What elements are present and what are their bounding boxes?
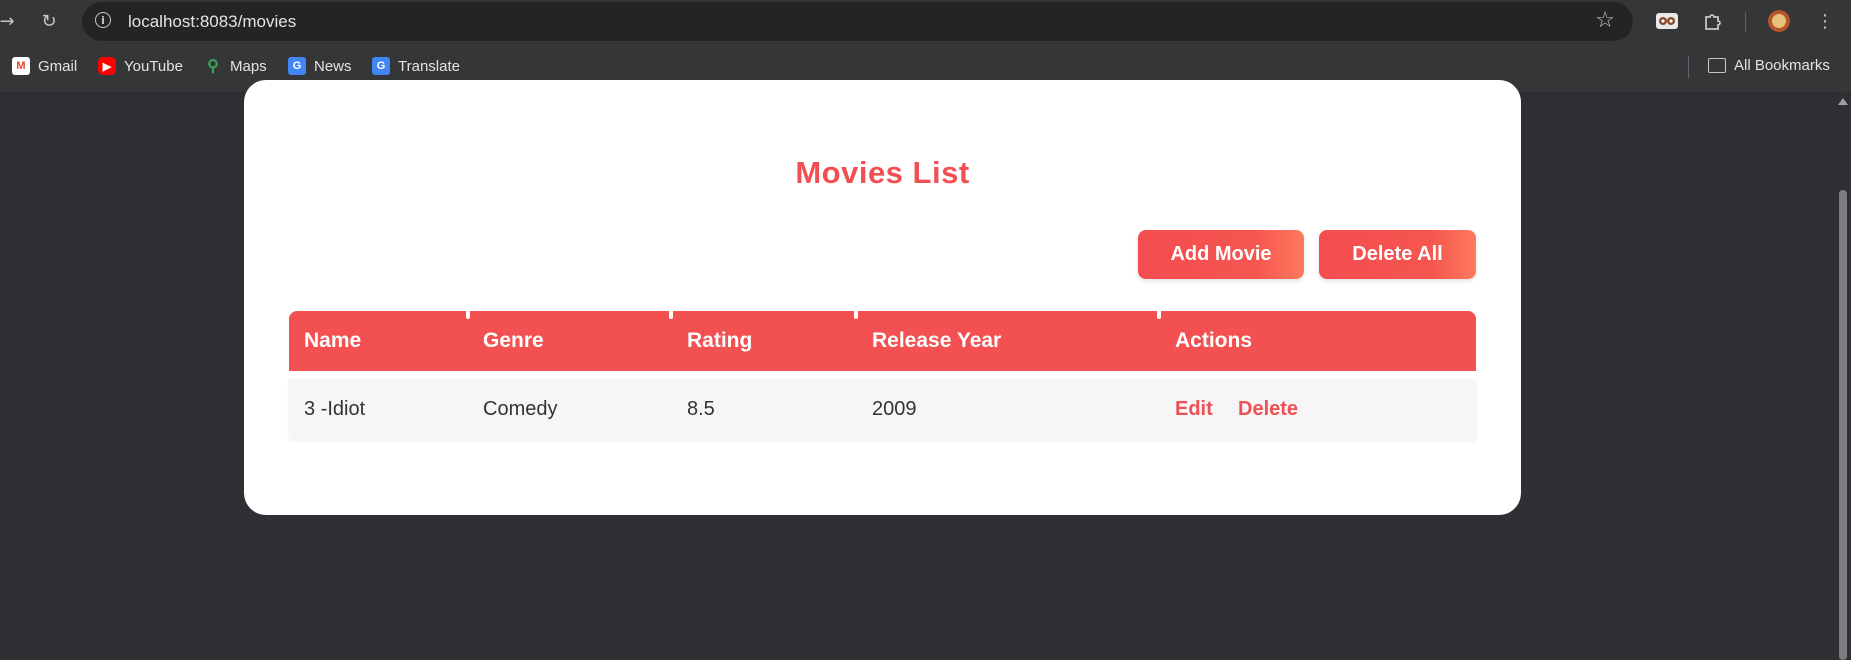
cell-genre: Comedy — [483, 397, 558, 420]
cell-release-year: 2009 — [872, 397, 917, 420]
forward-icon[interactable]: → — [0, 8, 20, 34]
bookmark-label: YouTube — [124, 57, 183, 75]
folder-icon — [1708, 58, 1726, 73]
bookmark-youtube[interactable]: ▶ YouTube — [98, 57, 183, 75]
toolbar-divider — [1745, 12, 1746, 32]
page-title: Movies List — [795, 155, 970, 190]
news-icon: G — [288, 57, 306, 75]
maps-icon: ⚲ — [207, 58, 219, 75]
cell-name: 3 -Idiot — [304, 397, 366, 420]
all-bookmarks[interactable]: All Bookmarks — [1708, 57, 1830, 74]
bookmark-label: Translate — [398, 57, 460, 75]
address-bar[interactable]: i localhost:8083/movies ☆ — [82, 2, 1633, 41]
table-row: 3 -Idiot Comedy 8.5 2009 Edit Delete — [289, 379, 1476, 439]
bookmark-gmail[interactable]: M Gmail — [12, 57, 77, 75]
browser-toolbar: → ↻ i localhost:8083/movies ☆ ⋮ — [0, 0, 1851, 43]
table-header: Name Genre Rating Release Year Actions — [289, 311, 1476, 371]
gmail-icon: M — [12, 57, 30, 75]
menu-kebab-icon[interactable]: ⋮ — [1812, 8, 1838, 34]
bookmark-star-icon[interactable]: ☆ — [1595, 8, 1615, 33]
column-divider — [466, 311, 470, 319]
extensions-puzzle-icon[interactable] — [1700, 8, 1726, 34]
column-header-genre: Genre — [483, 329, 544, 352]
bookmarks-divider — [1688, 56, 1689, 78]
edit-link[interactable]: Edit — [1175, 379, 1213, 439]
scrollbar-thumb[interactable] — [1839, 190, 1847, 660]
reload-icon[interactable]: ↻ — [36, 8, 62, 34]
column-divider — [854, 311, 858, 319]
youtube-icon: ▶ — [98, 57, 116, 75]
column-header-actions: Actions — [1175, 329, 1253, 352]
column-divider — [669, 311, 673, 319]
extension-owl-icon[interactable] — [1654, 8, 1680, 34]
bookmark-maps[interactable]: ⚲ Maps — [204, 57, 267, 76]
cell-rating: 8.5 — [687, 397, 715, 420]
url-text[interactable]: localhost:8083/movies — [128, 12, 296, 32]
all-bookmarks-label: All Bookmarks — [1734, 57, 1830, 74]
page-scrollbar[interactable] — [1835, 92, 1851, 660]
bookmark-translate[interactable]: G Translate — [372, 57, 460, 75]
column-header-release-year: Release Year — [872, 329, 1002, 352]
delete-all-button[interactable]: Delete All — [1319, 230, 1476, 279]
delete-link[interactable]: Delete — [1238, 379, 1298, 439]
column-header-name: Name — [304, 329, 362, 352]
bookmark-news[interactable]: G News — [288, 57, 352, 75]
add-movie-button[interactable]: Add Movie — [1138, 230, 1304, 279]
scroll-up-arrow-icon[interactable] — [1838, 98, 1848, 105]
translate-icon: G — [372, 57, 390, 75]
profile-avatar[interactable] — [1766, 8, 1792, 34]
column-header-rating: Rating — [687, 329, 753, 352]
bookmark-label: Maps — [230, 57, 267, 75]
site-info-icon[interactable]: i — [95, 12, 111, 28]
movies-card: Movies List Add Movie Delete All Name Ge… — [244, 80, 1521, 515]
bookmark-label: Gmail — [38, 57, 78, 75]
bookmark-label: News — [314, 57, 352, 75]
column-divider — [1157, 311, 1161, 319]
